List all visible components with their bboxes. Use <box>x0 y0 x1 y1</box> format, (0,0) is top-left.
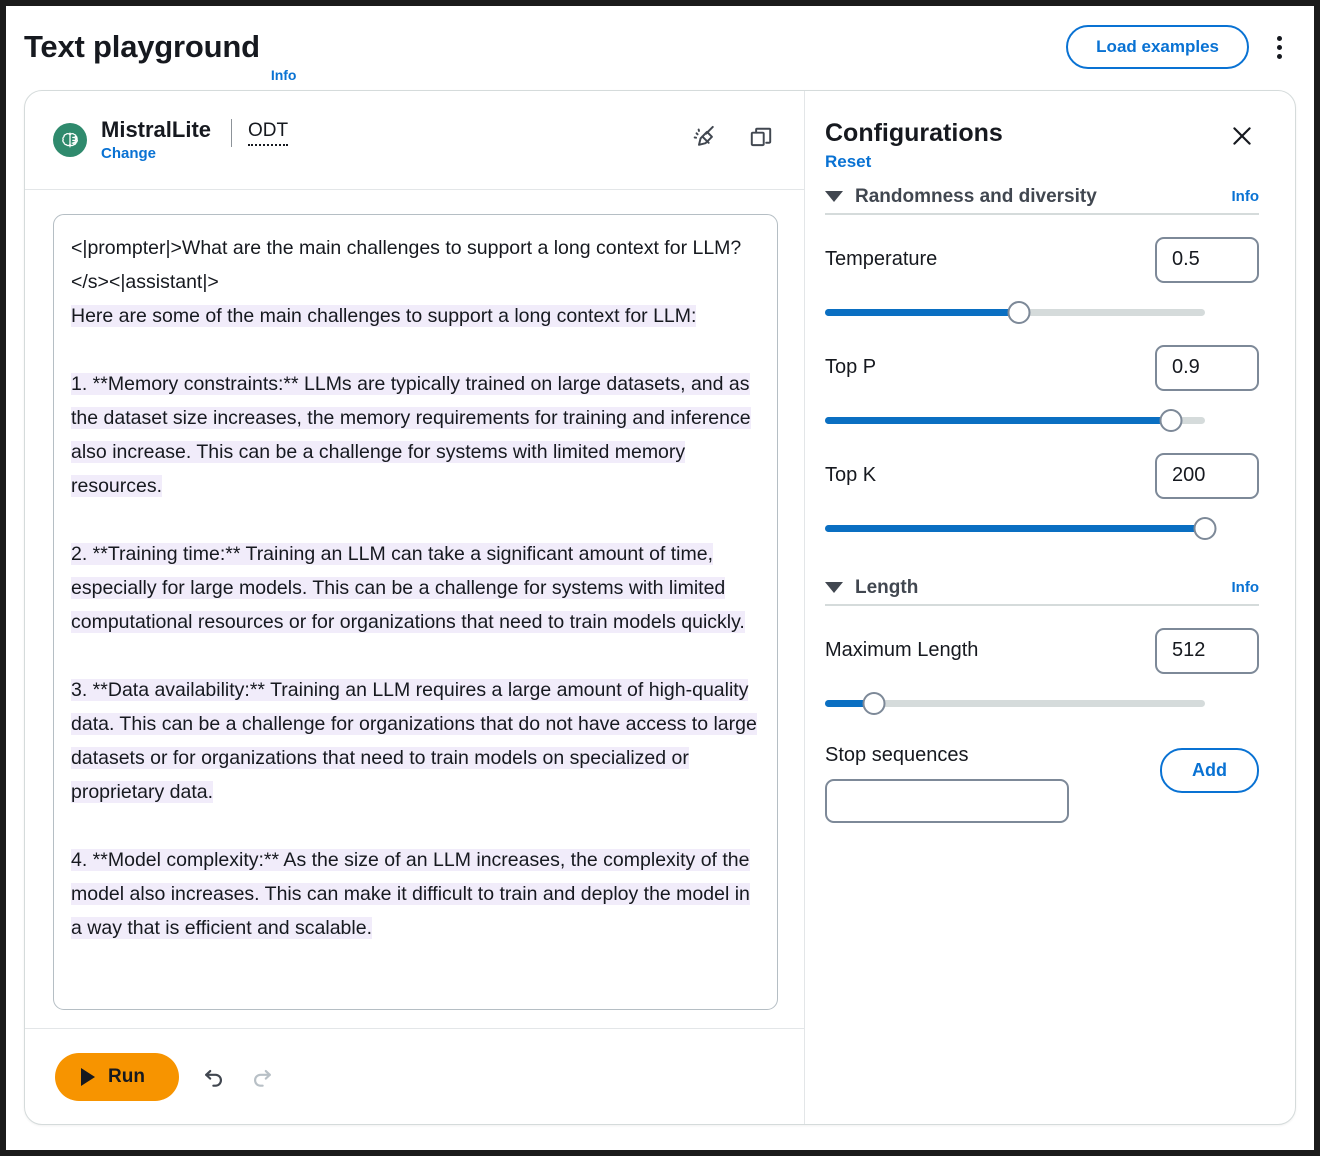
stop-sequences-label: Stop sequences <box>825 743 969 766</box>
control-top-p: Top P 0.9 <box>825 344 1259 432</box>
page-title-info-link[interactable]: Info <box>271 67 297 83</box>
maximum-length-input[interactable]: 512 <box>1155 627 1259 674</box>
maximum-length-slider[interactable] <box>825 691 1205 715</box>
section-length-label: Length <box>855 576 919 598</box>
model-meta: MistralLite Change <box>101 116 212 162</box>
configurations-title-group: Configurations Reset <box>825 119 1003 172</box>
slider-fill <box>825 524 1205 532</box>
slider-fill <box>825 308 1019 316</box>
top-p-label: Top P <box>825 356 877 379</box>
run-button[interactable]: Run <box>55 1052 179 1101</box>
control-top-k: Top K 200 <box>825 452 1259 540</box>
model-name: MistralLite <box>101 116 212 142</box>
completion-item-4: 4. **Model complexity:** As the size of … <box>71 849 750 939</box>
editor-wrap: <|prompter|>What are the main challenges… <box>25 190 804 1028</box>
page-title: Text playground <box>24 29 260 64</box>
stop-sequences-group: Stop sequences <box>825 744 1069 823</box>
reset-link[interactable]: Reset <box>825 152 1003 172</box>
section-length-info-link[interactable]: Info <box>1232 579 1260 596</box>
top-p-input[interactable]: 0.9 <box>1155 344 1259 391</box>
slider-thumb[interactable] <box>1193 516 1217 540</box>
temperature-label: Temperature <box>825 248 938 271</box>
broom-icon[interactable] <box>690 123 718 151</box>
chevron-down-icon[interactable] <box>825 191 843 203</box>
page-header: Text playground Info Load examples <box>6 6 1314 88</box>
section-randomness-info-link[interactable]: Info <box>1232 188 1260 205</box>
top-p-slider[interactable] <box>825 408 1205 432</box>
divider <box>231 119 233 147</box>
slider-thumb[interactable] <box>862 691 886 715</box>
section-length-header: Length Info <box>825 577 1259 606</box>
temperature-slider[interactable] <box>825 300 1205 324</box>
add-stop-sequence-button[interactable]: Add <box>1160 747 1259 793</box>
completion-item-1: 1. **Memory constraints:** LLMs are typi… <box>71 373 751 497</box>
model-actions <box>690 123 774 151</box>
slider-thumb[interactable] <box>1007 300 1031 324</box>
temperature-input[interactable]: 0.5 <box>1155 236 1259 283</box>
section-randomness-header: Randomness and diversity Info <box>825 186 1259 215</box>
header-actions: Load examples <box>1066 25 1290 69</box>
model-bar: MistralLite Change ODT <box>25 91 804 190</box>
stop-sequences-row: Stop sequences Add <box>825 744 1259 823</box>
completion-item-3: 3. **Data availability:** Training an LL… <box>71 679 757 803</box>
undo-icon[interactable] <box>201 1064 227 1090</box>
top-k-input[interactable]: 200 <box>1155 452 1259 499</box>
completion-item-2: 2. **Training time:** Training an LLM ca… <box>71 543 745 633</box>
slider-fill <box>825 416 1171 424</box>
completion-line: 1. **Memory constraints:** LLMs are typi… <box>71 367 760 503</box>
model-brain-icon <box>53 123 87 157</box>
copy-icon[interactable] <box>748 124 774 150</box>
configurations-pane: Configurations Reset Randomness and dive… <box>805 91 1295 1124</box>
run-bar: Run <box>25 1028 804 1124</box>
playground-pane: MistralLite Change ODT <|prompter|>What … <box>25 91 805 1124</box>
maximum-length-label: Maximum Length <box>825 639 979 662</box>
stop-sequences-input[interactable] <box>825 778 1069 823</box>
prompt-textarea[interactable]: <|prompter|>What are the main challenges… <box>53 214 778 1010</box>
chevron-down-icon[interactable] <box>825 582 843 594</box>
playground-card: MistralLite Change ODT <|prompter|>What … <box>24 90 1296 1125</box>
prompt-text: <|prompter|>What are the main challenges… <box>71 237 742 293</box>
top-k-label: Top K <box>825 464 877 487</box>
section-randomness-label: Randomness and diversity <box>855 185 1097 207</box>
play-icon <box>81 1067 95 1086</box>
completion-line: 4. **Model complexity:** As the size of … <box>71 843 760 945</box>
app-window: Text playground Info Load examples Mistr… <box>0 0 1320 1156</box>
completion-line: 2. **Training time:** Training an LLM ca… <box>71 537 760 639</box>
slider-thumb[interactable] <box>1159 408 1183 432</box>
load-examples-button[interactable]: Load examples <box>1066 25 1249 69</box>
configurations-header: Configurations Reset <box>825 119 1259 172</box>
configurations-title: Configurations <box>825 119 1003 147</box>
top-k-slider[interactable] <box>825 516 1217 540</box>
more-vertical-icon[interactable] <box>1269 30 1290 65</box>
control-temperature: Temperature 0.5 <box>825 236 1259 324</box>
control-maximum-length: Maximum Length 512 <box>825 627 1259 715</box>
redo-icon[interactable] <box>249 1064 275 1090</box>
completion-line: 3. **Data availability:** Training an LL… <box>71 673 760 809</box>
change-model-link[interactable]: Change <box>101 145 211 162</box>
run-button-label: Run <box>108 1065 145 1087</box>
close-icon[interactable] <box>1225 119 1259 158</box>
completion-intro: Here are some of the main challenges to … <box>71 305 697 327</box>
completion-line: Here are some of the main challenges to … <box>71 299 760 333</box>
odt-badge[interactable]: ODT <box>248 120 289 146</box>
